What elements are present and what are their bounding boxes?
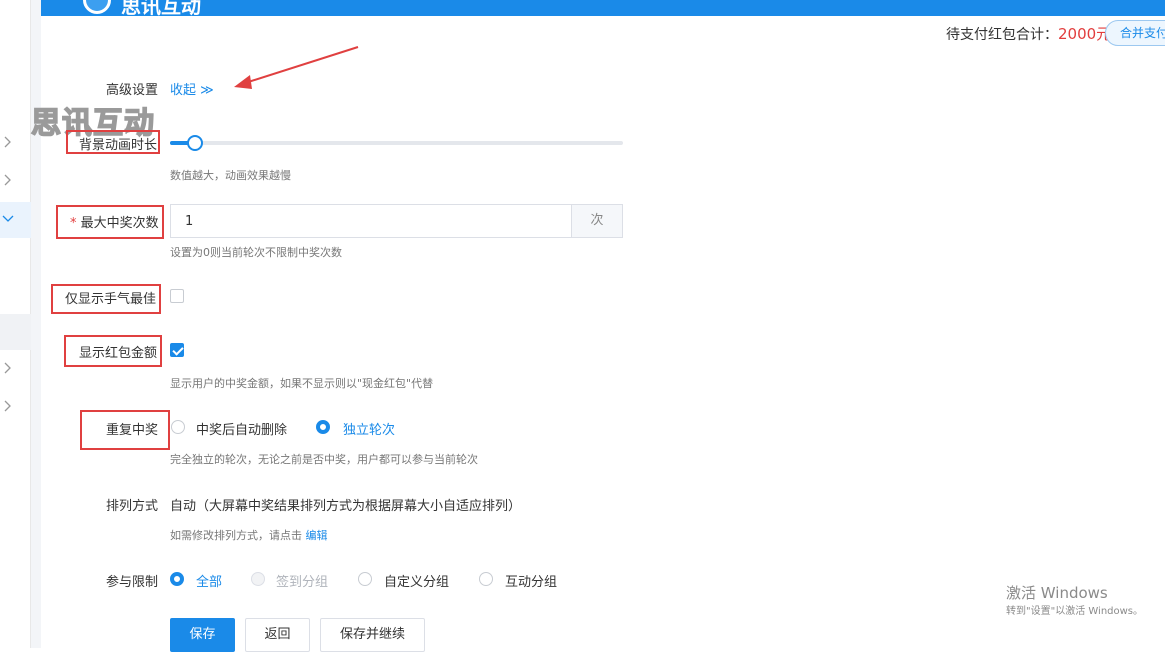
windows-activation-title: 激活 Windows — [1006, 584, 1108, 602]
merge-pay-button[interactable]: 合并支付 — [1105, 20, 1165, 46]
back-button[interactable]: 返回 — [245, 618, 310, 652]
annotation-box — [51, 284, 161, 314]
limit-radio-all[interactable] — [170, 572, 184, 586]
repeat-win-radio-independent[interactable] — [316, 420, 330, 434]
show-amount-checkbox[interactable] — [170, 343, 184, 357]
advanced-settings-label: 高级设置 — [106, 83, 159, 98]
chevron-right-icon — [4, 362, 11, 374]
sidebar-item-active[interactable] — [0, 202, 31, 238]
save-continue-button[interactable]: 保存并继续 — [320, 618, 425, 652]
annotation-box — [56, 205, 164, 239]
sidebar-subitem[interactable] — [0, 314, 31, 350]
top-header-bar: 思讯互动 — [33, 0, 1165, 18]
annotation-box — [64, 335, 162, 367]
chevron-right-icon — [4, 136, 11, 148]
pay-summary: 待支付红包合计：2000元 — [946, 23, 1111, 44]
limit-radio-interactive[interactable] — [479, 572, 493, 586]
annotation-box — [66, 130, 160, 154]
sort-hint: 如需修改排列方式，请点击 编辑 — [170, 527, 328, 543]
bg-anim-hint: 数值越大，动画效果越慢 — [170, 169, 291, 182]
sort-hint-text: 如需修改排列方式，请点击 — [170, 529, 302, 542]
bg-anim-slider[interactable] — [170, 135, 623, 151]
max-win-unit: 次 — [571, 204, 623, 238]
sidebar — [0, 0, 31, 648]
annotation-box — [80, 410, 170, 450]
sort-edit-link[interactable]: 编辑 — [306, 529, 328, 542]
sidebar-item[interactable] — [0, 390, 31, 426]
repeat-win-radio-delete[interactable] — [171, 420, 185, 434]
limit-label: 参与限制 — [106, 575, 159, 590]
chevron-right-icon — [4, 400, 11, 412]
limit-option-interactive[interactable]: 互动分组 — [505, 571, 557, 590]
limit-option-signin: 签到分组 — [276, 575, 329, 590]
chevron-right-icon — [4, 174, 11, 186]
repeat-win-option-delete[interactable]: 中奖后自动删除 — [196, 419, 287, 438]
sort-label: 排列方式 — [106, 499, 159, 514]
slider-handle[interactable] — [187, 135, 203, 151]
chevron-down-icon — [2, 215, 14, 222]
limit-radio-custom[interactable] — [358, 572, 372, 586]
logo-text: 思讯互动 — [121, 0, 201, 18]
annotation-arrow-icon — [234, 46, 359, 89]
limit-option-custom[interactable]: 自定义分组 — [384, 571, 449, 590]
show-amount-hint: 显示用户的中奖金额，如果不显示则以"现金红包"代替 — [170, 377, 434, 390]
pay-summary-label: 待支付红包合计： — [946, 27, 1058, 43]
sidebar-item[interactable] — [0, 164, 31, 200]
sidebar-item[interactable] — [0, 126, 31, 162]
limit-option-all[interactable]: 全部 — [196, 571, 222, 590]
windows-activation-subtitle: 转到"设置"以激活 Windows。 — [1006, 606, 1144, 617]
repeat-win-option-independent[interactable]: 独立轮次 — [343, 419, 395, 438]
max-win-input[interactable] — [170, 204, 572, 238]
sidebar-item[interactable] — [0, 352, 31, 388]
sort-value: 自动（大屏幕中奖结果排列方式为根据屏幕大小自适应排列） — [170, 499, 522, 514]
repeat-win-hint: 完全独立的轮次，无论之前是否中奖，用户都可以参与当前轮次 — [170, 453, 478, 466]
limit-radio-signin — [251, 572, 265, 586]
logo-icon — [83, 0, 111, 14]
best-luck-checkbox[interactable] — [170, 289, 184, 303]
collapse-toggle-link[interactable]: 收起 ≫ — [170, 79, 214, 98]
max-win-hint: 设置为0则当前轮次不限制中奖次数 — [170, 246, 342, 259]
save-button[interactable]: 保存 — [170, 618, 235, 652]
pay-summary-amount: 2000元 — [1058, 25, 1112, 43]
